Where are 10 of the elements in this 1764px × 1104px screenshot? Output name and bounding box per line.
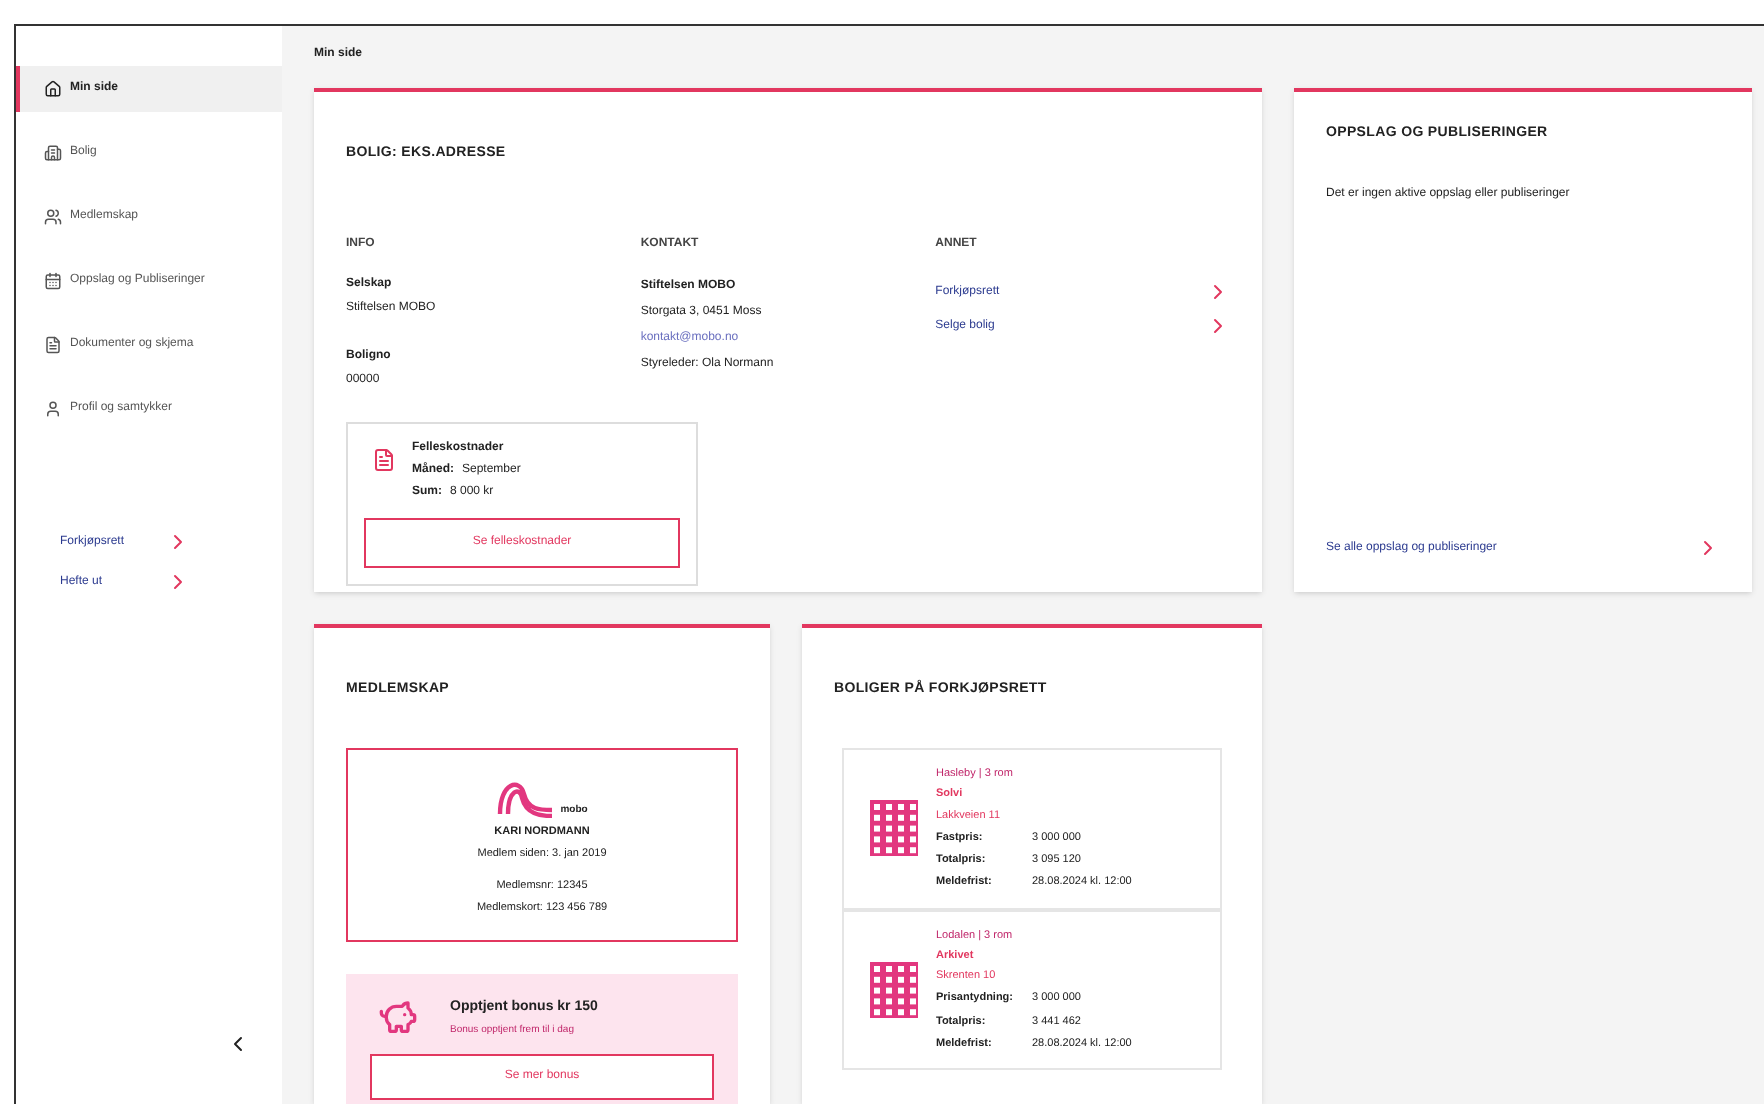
nav-icon [44,272,62,290]
apartment-building-icon [868,798,920,858]
nav-icon [44,336,62,354]
nav-icon [44,208,62,226]
nav-icon [44,400,62,418]
piggy-bank-icon [378,998,418,1038]
document-icon [372,448,396,472]
nav-icon [44,144,62,162]
apartment-building-icon [868,959,920,1019]
nav-icon [44,80,62,98]
